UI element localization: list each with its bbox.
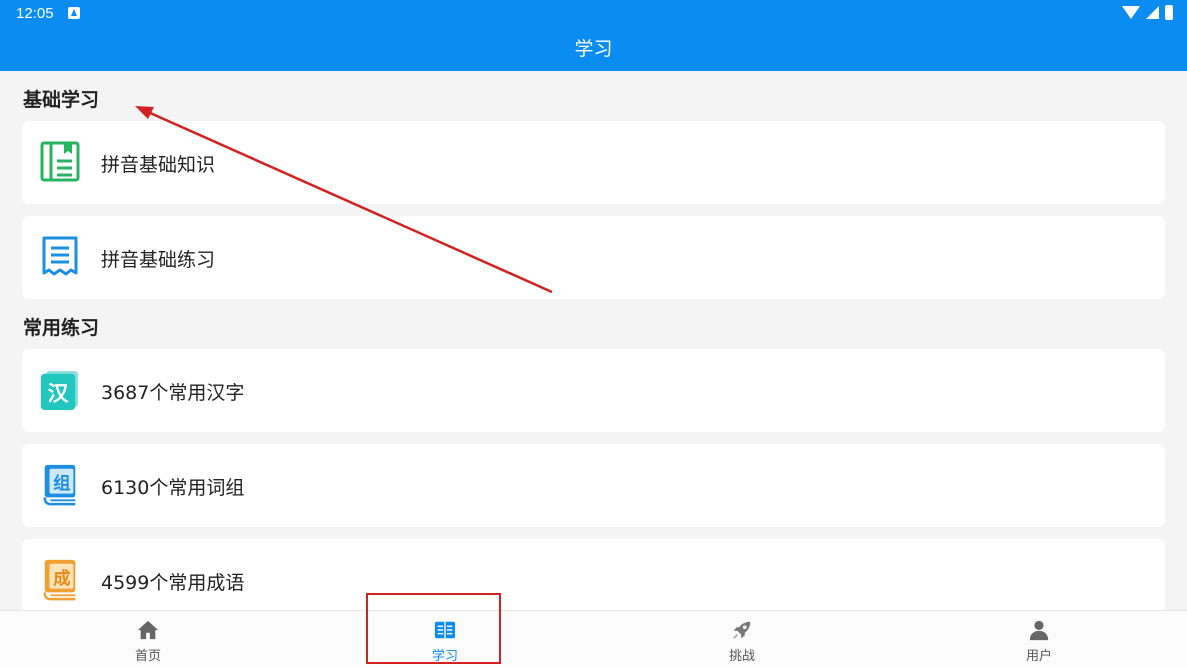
app-bar: 学习 bbox=[0, 28, 1187, 71]
cheng-book-icon: 成 bbox=[43, 559, 76, 601]
tab-label: 首页 bbox=[134, 649, 161, 664]
rocket-icon bbox=[733, 621, 751, 639]
zu-book-icon: 组 bbox=[43, 464, 76, 506]
zu-glyph: 组 bbox=[53, 473, 70, 494]
section-title-basic: 基础学习 bbox=[23, 89, 100, 111]
status-bar: 12:05 bbox=[0, 0, 1187, 28]
han-glyph: 汉 bbox=[48, 381, 70, 405]
tab-label: 用户 bbox=[1025, 649, 1052, 664]
list-item-label: 拼音基础练习 bbox=[101, 249, 216, 271]
list-item-common-phrases[interactable]: 组 6130个常用词组 bbox=[22, 444, 1165, 527]
bottom-tab-bar: 首页 学习 挑战 用户 bbox=[0, 610, 1187, 668]
book-green-icon bbox=[40, 141, 80, 182]
han-character-icon: 汉 bbox=[40, 370, 79, 410]
user-icon bbox=[1029, 620, 1049, 641]
signal-icon bbox=[1146, 6, 1159, 19]
tab-user[interactable]: 用户 bbox=[891, 611, 1187, 668]
wifi-icon bbox=[1122, 6, 1140, 19]
cheng-glyph: 成 bbox=[53, 568, 70, 589]
home-icon bbox=[137, 620, 159, 640]
page-title: 学习 bbox=[574, 38, 613, 60]
list-item-label: 6130个常用词组 bbox=[101, 477, 245, 499]
list-item-pinyin-knowledge[interactable]: 拼音基础知识 bbox=[22, 121, 1165, 204]
system-icons bbox=[1122, 5, 1173, 20]
tab-label: 学习 bbox=[431, 649, 458, 664]
tab-challenge[interactable]: 挑战 bbox=[594, 611, 890, 668]
section-title-common: 常用练习 bbox=[23, 317, 100, 339]
open-book-icon bbox=[434, 621, 456, 639]
list-item-label: 3687个常用汉字 bbox=[101, 382, 245, 404]
notification-icon bbox=[68, 7, 80, 19]
list-item-label: 4599个常用成语 bbox=[101, 572, 245, 594]
battery-icon bbox=[1165, 5, 1173, 20]
tab-study[interactable]: 学习 bbox=[297, 611, 593, 668]
status-time: 12:05 bbox=[16, 5, 54, 22]
list-item-pinyin-practice[interactable]: 拼音基础练习 bbox=[22, 216, 1165, 299]
tab-label: 挑战 bbox=[728, 649, 755, 664]
tab-home[interactable]: 首页 bbox=[0, 611, 296, 668]
list-item-label: 拼音基础知识 bbox=[101, 154, 216, 176]
list-item-common-characters[interactable]: 汉 3687个常用汉字 bbox=[22, 349, 1165, 432]
receipt-blue-icon bbox=[42, 236, 78, 276]
